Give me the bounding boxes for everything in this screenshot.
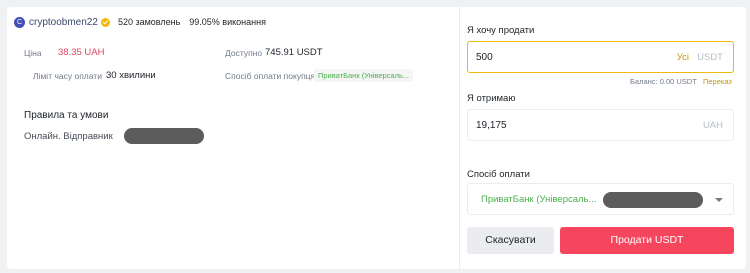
sell-amount-label: Я хочу продати [467, 25, 535, 36]
sell-amount-input[interactable]: 500 Усі USDT [467, 41, 734, 73]
completion-rate: 99.05% виконання [189, 17, 266, 27]
sell-unit: USDT [697, 52, 723, 63]
cancel-button[interactable]: Скасувати [467, 227, 554, 254]
receive-amount-label: Я отримаю [467, 93, 516, 104]
buyer-payment-label: Спосіб оплати покупця [225, 71, 316, 81]
terms-text: Онлайн. Відправник [24, 131, 113, 142]
sell-usdt-button[interactable]: Продати USDT [560, 227, 734, 254]
merchant-avatar: C [14, 16, 25, 28]
payment-method-select[interactable]: ПриватБанк (Універсаль... [467, 183, 734, 215]
price-value: 38.35 UAH [58, 47, 105, 58]
transfer-link[interactable]: Переказ [703, 77, 732, 86]
verified-badge-icon [100, 17, 110, 27]
available-label: Доступно [225, 48, 263, 58]
available-value: 745.91 USDT [265, 47, 323, 58]
redacted-block [603, 192, 703, 208]
buyer-payment-method-tag: ПриватБанк (Універсаль... [314, 69, 414, 82]
sell-amount-value: 500 [476, 52, 493, 63]
receive-unit: UAH [702, 120, 723, 131]
merchant-name[interactable]: cryptoobmen22 [29, 17, 98, 28]
panel-divider [459, 7, 460, 269]
time-limit-value: 30 хвилини [106, 70, 156, 81]
merchant-header: C cryptoobmen22 520 замовлень 99.05% вик… [14, 15, 275, 29]
balance-text: Баланс: 0.00 USDT [630, 77, 697, 86]
price-label: Ціна [24, 48, 42, 58]
chevron-down-icon[interactable] [715, 198, 723, 202]
orders-count: 520 замовлень [117, 17, 181, 27]
time-limit-label: Ліміт часу оплати [33, 71, 102, 81]
receive-amount-input[interactable]: 19,175 UAH [467, 109, 734, 141]
receive-amount-value: 19,175 [476, 120, 507, 131]
payment-method-label: Спосіб оплати [467, 169, 530, 180]
payment-method-selected: ПриватБанк (Універсаль... [481, 194, 597, 205]
terms-title: Правила та умови [24, 110, 109, 121]
all-button[interactable]: Усі [677, 52, 689, 63]
redacted-block [124, 128, 204, 144]
